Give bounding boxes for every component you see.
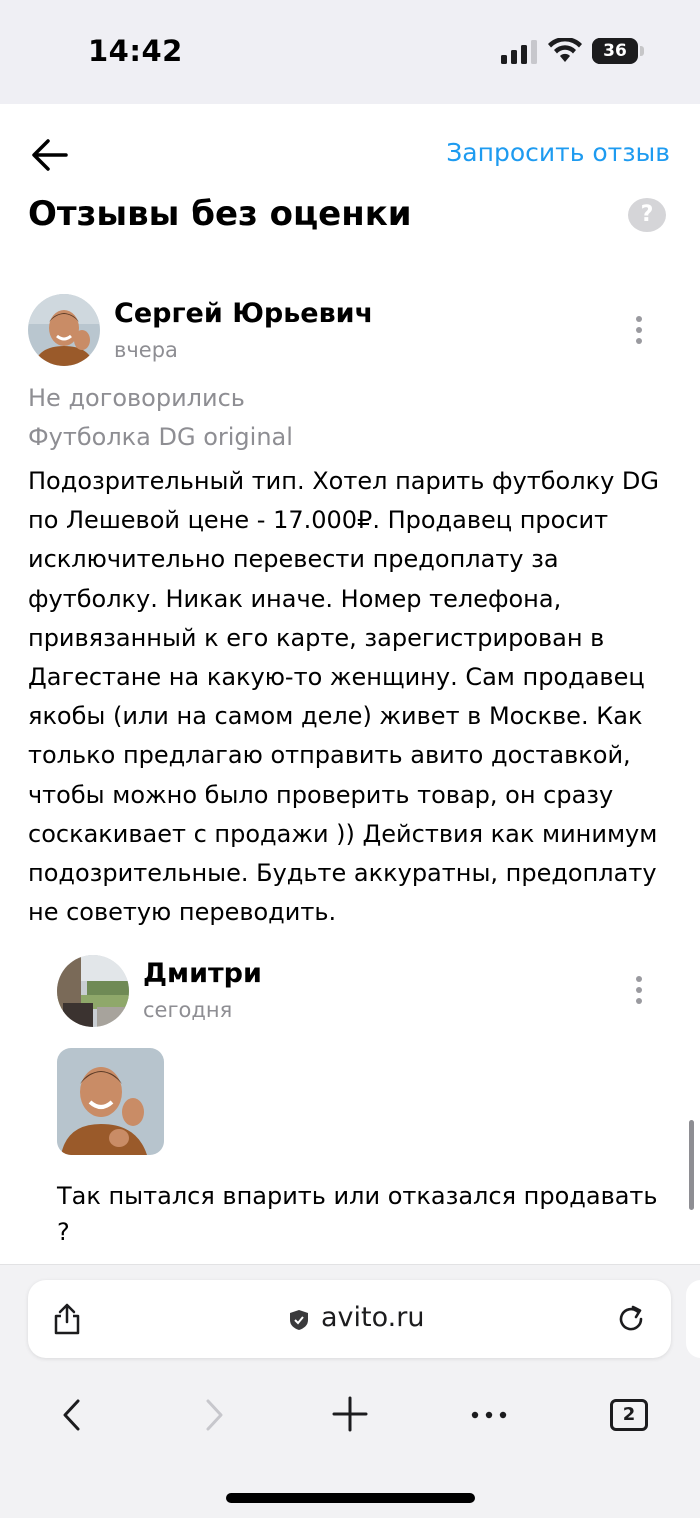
review-text: Подозрительный тип. Хотел парить футболк…	[28, 467, 659, 927]
reply-date: сегодня	[143, 998, 233, 1022]
battery-icon: 36	[592, 38, 638, 64]
reply-author-name[interactable]: Дмитри	[143, 958, 262, 989]
tabs-count-button[interactable]: 2	[610, 1399, 648, 1431]
scrollbar[interactable]	[689, 1120, 694, 1210]
reviewer-avatar[interactable]	[28, 294, 100, 366]
more-options-icon[interactable]	[634, 316, 644, 350]
browser-back-icon[interactable]	[58, 1398, 88, 1432]
page-title: Отзывы без оценки	[28, 194, 412, 234]
new-tab-plus-icon[interactable]	[332, 1396, 368, 1432]
status-bar: 14:42 36	[0, 0, 700, 104]
battery-level: 36	[603, 41, 627, 61]
reply-text: Так пытался впарить или отказался продав…	[57, 1182, 658, 1246]
reload-icon[interactable]	[615, 1303, 647, 1335]
reply-more-options-icon[interactable]	[634, 976, 644, 1010]
share-icon[interactable]	[52, 1302, 82, 1336]
wifi-icon	[548, 38, 582, 62]
next-tab-pill-edge[interactable]	[686, 1280, 700, 1358]
browser-forward-icon[interactable]	[198, 1398, 228, 1432]
item-name[interactable]: Футболка DG original	[28, 423, 293, 451]
reviewer-name[interactable]: Сергей Юрьевич	[114, 298, 373, 329]
request-review-link[interactable]: Запросить отзыв	[446, 138, 670, 167]
reply-author-avatar[interactable]	[57, 955, 129, 1027]
home-indicator[interactable]	[226, 1493, 475, 1503]
reply-attached-photo[interactable]	[57, 1048, 164, 1155]
status-time: 14:42	[88, 34, 183, 68]
battery-nub	[640, 46, 644, 56]
review-date: вчера	[114, 338, 178, 362]
deal-status: Не договорились	[28, 384, 245, 412]
url-text[interactable]: avito.ru	[321, 1302, 424, 1333]
shield-lock-icon	[290, 1310, 308, 1330]
cellular-signal-icon	[501, 40, 537, 64]
back-arrow-icon[interactable]	[30, 138, 70, 172]
browser-menu-dots-icon[interactable]	[470, 1405, 508, 1425]
help-icon[interactable]: ?	[628, 198, 666, 232]
